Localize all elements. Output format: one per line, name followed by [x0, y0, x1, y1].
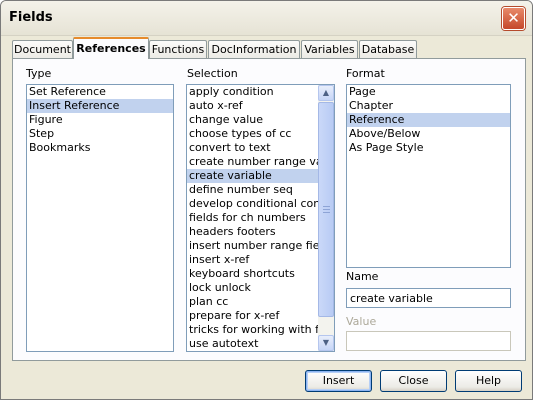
tab-document[interactable]: Document	[12, 40, 73, 58]
format-item[interactable]: As Page Style	[347, 141, 510, 155]
format-item[interactable]: Page	[347, 85, 510, 99]
selection-item[interactable]: lock unlock	[187, 281, 318, 295]
selection-item[interactable]: create number range var	[187, 155, 318, 169]
selection-item[interactable]: convert to text	[187, 141, 318, 155]
tab-functions[interactable]: Functions	[149, 40, 207, 58]
scrollbar-thumb[interactable]	[318, 102, 334, 317]
selection-item[interactable]: use autotext	[187, 337, 318, 351]
name-label: Name	[346, 270, 379, 283]
type-item[interactable]: Step	[27, 127, 173, 141]
selection-item[interactable]: develop conditional conter	[187, 197, 318, 211]
selection-item[interactable]: fields for ch numbers	[187, 211, 318, 225]
type-item[interactable]: Figure	[27, 113, 173, 127]
type-item[interactable]: Set Reference	[27, 85, 173, 99]
selection-item[interactable]: headers footers	[187, 225, 318, 239]
selection-item[interactable]: keyboard shortcuts	[187, 267, 318, 281]
selection-list[interactable]: apply condition auto x-ref change value …	[186, 84, 335, 352]
close-icon[interactable]: ✕	[507, 9, 520, 27]
format-item[interactable]: Chapter	[347, 99, 510, 113]
tab-references[interactable]: References	[73, 37, 149, 59]
selection-item[interactable]: apply condition	[187, 85, 318, 99]
selection-item[interactable]: choose types of cc	[187, 127, 318, 141]
tab-database[interactable]: Database	[359, 40, 417, 58]
title-bar[interactable]: Fields ✕	[1, 1, 532, 36]
format-item-selected[interactable]: Reference	[347, 113, 510, 127]
format-label: Format	[346, 67, 385, 80]
selection-scrollbar[interactable]: ▲ ▼	[318, 85, 334, 351]
selection-item[interactable]: define number seq	[187, 183, 318, 197]
format-list[interactable]: Page Chapter Reference Above/Below As Pa…	[346, 84, 511, 268]
selection-item[interactable]: change value	[187, 113, 318, 127]
close-window-button[interactable]: ✕	[502, 7, 525, 30]
close-button[interactable]: Close	[380, 370, 447, 392]
type-item[interactable]: Bookmarks	[27, 141, 173, 155]
selection-item[interactable]: insert number range field	[187, 239, 318, 253]
selection-item[interactable]: insert x-ref	[187, 253, 318, 267]
selection-item-selected[interactable]: create variable	[187, 169, 318, 183]
help-button[interactable]: Help	[455, 370, 522, 392]
scroll-up-arrow-icon[interactable]: ▲	[318, 85, 334, 101]
selection-item[interactable]: prepare for x-ref	[187, 309, 318, 323]
selection-items: apply condition auto x-ref change value …	[187, 85, 318, 351]
selection-item[interactable]: auto x-ref	[187, 99, 318, 113]
tab-docinformation[interactable]: DocInformation	[208, 40, 300, 58]
type-item-selected[interactable]: Insert Reference	[27, 99, 173, 113]
value-field[interactable]	[346, 331, 511, 351]
name-field[interactable]: create variable	[346, 288, 511, 308]
format-item[interactable]: Above/Below	[347, 127, 510, 141]
scrollbar-grip-icon	[323, 205, 330, 213]
selection-item[interactable]: tricks for working with fielc	[187, 323, 318, 337]
scroll-down-arrow-icon[interactable]: ▼	[318, 335, 334, 351]
selection-item[interactable]: plan cc	[187, 295, 318, 309]
references-panel: Type Set Reference Insert Reference Figu…	[12, 58, 526, 361]
tab-variables[interactable]: Variables	[301, 40, 358, 58]
window-title: Fields	[9, 10, 53, 25]
value-label: Value	[346, 315, 377, 328]
type-label: Type	[26, 67, 52, 80]
type-list[interactable]: Set Reference Insert Reference Figure St…	[26, 84, 174, 352]
fields-dialog: Fields ✕ Document References Functions D…	[0, 0, 533, 400]
selection-label: Selection	[187, 67, 238, 80]
insert-button[interactable]: Insert	[305, 370, 372, 392]
